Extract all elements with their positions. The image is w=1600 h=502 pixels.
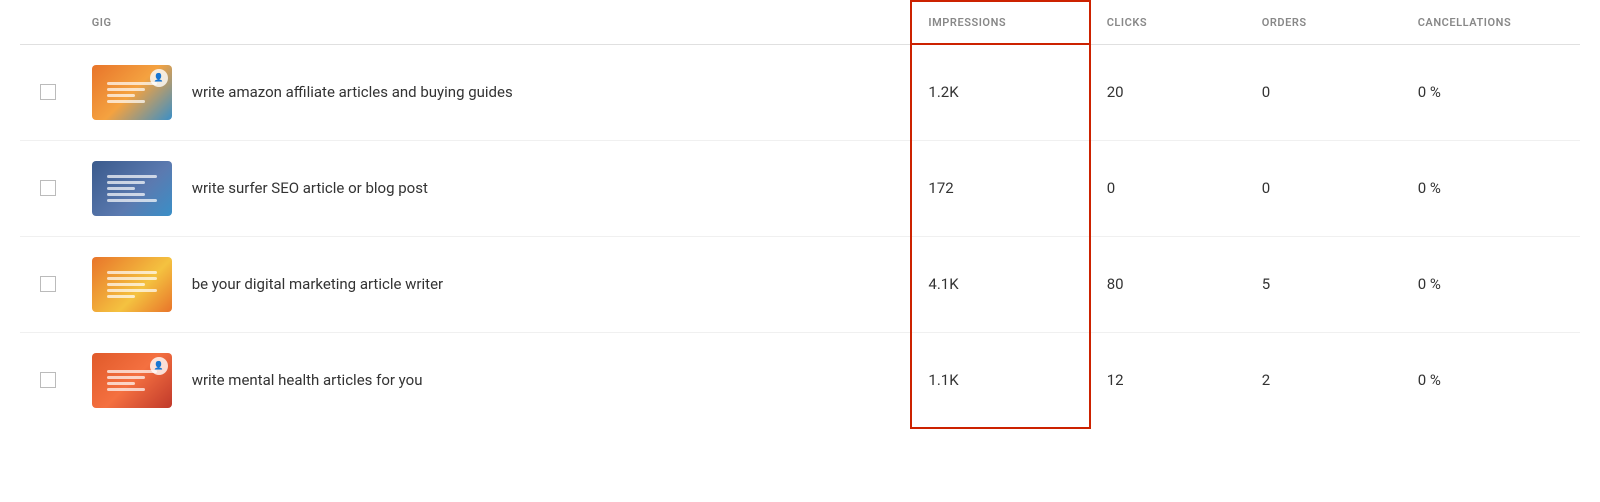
impressions-value: 1.2K <box>911 44 1089 140</box>
table-row: write surfer SEO article or blog post 172… <box>20 140 1580 236</box>
impressions-value: 172 <box>911 140 1089 236</box>
gig-table: GIG IMPRESSIONS CLICKS ORDERS CANCELLATI… <box>20 0 1580 429</box>
col-header-cancellations: CANCELLATIONS <box>1402 1 1580 44</box>
table-row: 👤 write mental health articles for you 1.1… <box>20 332 1580 428</box>
gig-thumbnail: 👤 <box>92 65 172 120</box>
row-checkbox-cell <box>20 44 76 140</box>
col-header-impressions: IMPRESSIONS <box>911 1 1089 44</box>
table-row: be your digital marketing article writer… <box>20 236 1580 332</box>
gig-title: write amazon affiliate articles and buyi… <box>192 82 513 103</box>
clicks-value: 20 <box>1090 44 1246 140</box>
gig-thumbnail: 👤 <box>92 353 172 408</box>
col-header-clicks: CLICKS <box>1090 1 1246 44</box>
clicks-value: 12 <box>1090 332 1246 428</box>
orders-value: 0 <box>1246 140 1402 236</box>
impressions-value: 4.1K <box>911 236 1089 332</box>
col-header-gig: GIG <box>76 1 912 44</box>
impressions-value: 1.1K <box>911 332 1089 428</box>
clicks-value: 80 <box>1090 236 1246 332</box>
gig-title: be your digital marketing article writer <box>192 274 443 295</box>
row-checkbox-cell <box>20 140 76 236</box>
clicks-value: 0 <box>1090 140 1246 236</box>
cancellations-value: 0 % <box>1402 332 1580 428</box>
gig-cell: 👤 write amazon affiliate articles and buy… <box>76 44 912 140</box>
gig-cell: be your digital marketing article writer <box>76 236 912 332</box>
col-header-orders: ORDERS <box>1246 1 1402 44</box>
row-checkbox[interactable] <box>40 180 56 196</box>
orders-value: 2 <box>1246 332 1402 428</box>
row-checkbox[interactable] <box>40 84 56 100</box>
cancellations-value: 0 % <box>1402 44 1580 140</box>
table-row: 👤 write amazon affiliate articles and buy… <box>20 44 1580 140</box>
row-checkbox[interactable] <box>40 276 56 292</box>
cancellations-value: 0 % <box>1402 140 1580 236</box>
gig-thumbnail <box>92 257 172 312</box>
gig-cell: 👤 write mental health articles for you <box>76 332 912 428</box>
gig-thumbnail <box>92 161 172 216</box>
col-header-checkbox <box>20 1 76 44</box>
gig-cell: write surfer SEO article or blog post <box>76 140 912 236</box>
orders-value: 0 <box>1246 44 1402 140</box>
row-checkbox-cell <box>20 236 76 332</box>
cancellations-value: 0 % <box>1402 236 1580 332</box>
row-checkbox[interactable] <box>40 372 56 388</box>
gig-table-container: GIG IMPRESSIONS CLICKS ORDERS CANCELLATI… <box>0 0 1600 429</box>
gig-title: write mental health articles for you <box>192 370 423 391</box>
orders-value: 5 <box>1246 236 1402 332</box>
row-checkbox-cell <box>20 332 76 428</box>
gig-title: write surfer SEO article or blog post <box>192 178 428 199</box>
